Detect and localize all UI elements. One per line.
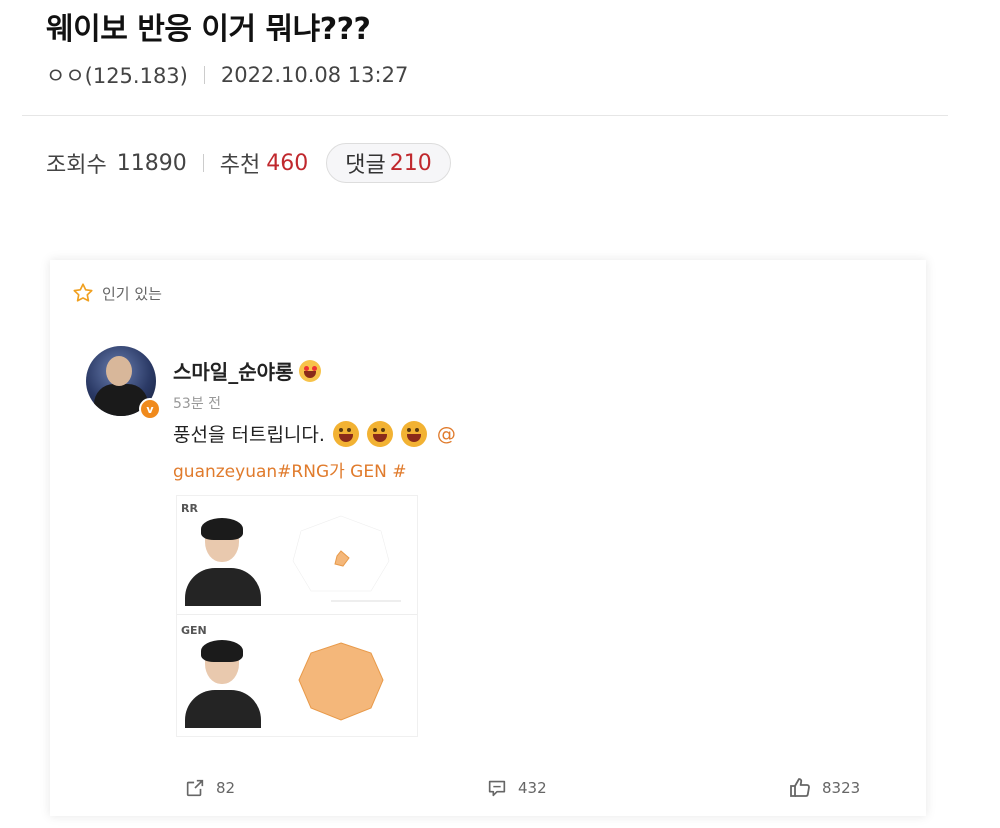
post-meta: ㅇㅇ(125.183) 2022.10.08 13:27 <box>46 60 408 90</box>
thumbs-up-icon <box>790 778 810 797</box>
verified-badge-icon: v <box>139 398 161 420</box>
comments-button[interactable]: 댓글 210 <box>326 143 451 183</box>
rng-logo: RR <box>181 502 198 515</box>
laughing-emoji-icon <box>332 420 359 447</box>
weibo-card: 인기 있는 v 스마일_순야롱 53분 전 풍선을 터트립니다. @ guanz… <box>50 260 926 816</box>
weibo-text: 풍선을 터트립니다. @ <box>173 420 456 447</box>
player-hair <box>201 640 243 662</box>
popular-header: 인기 있는 <box>72 282 162 304</box>
share-action[interactable]: 82 <box>184 777 235 799</box>
radar-shape <box>298 642 384 721</box>
gen-logo: GEN <box>181 624 207 637</box>
radar-svg <box>292 515 401 602</box>
hashtag-link[interactable]: guanzeyuan#RNG가 GEN # <box>173 457 406 482</box>
post-stats: 조회수 11890 추천 460 댓글 210 <box>46 143 451 183</box>
heart-eyes-emoji-icon <box>299 359 322 382</box>
divider <box>202 154 204 172</box>
radar-chart <box>271 628 411 728</box>
laughing-emoji-icon <box>366 420 393 447</box>
like-count: 8323 <box>822 779 861 797</box>
username[interactable]: 스마일_순야롱 <box>173 356 322 385</box>
star-icon <box>73 283 93 302</box>
comments-label: 댓글 <box>345 153 386 178</box>
views-label: 조회수 <box>46 153 107 178</box>
like-action[interactable]: 8323 <box>788 776 860 800</box>
player-shirt <box>185 690 261 728</box>
mention-link[interactable]: @ <box>437 423 456 445</box>
author-name[interactable]: ㅇㅇ(125.183) <box>46 60 188 90</box>
comment-icon <box>488 780 506 797</box>
share-count: 82 <box>216 779 236 797</box>
player-panel-gen: GEN <box>177 618 417 736</box>
attached-image[interactable]: RR GEN <box>176 495 418 737</box>
radar-shape <box>334 550 350 567</box>
radar-chart <box>271 506 411 606</box>
views-count: 11890 <box>116 150 187 176</box>
recommend-label: 추천 <box>219 153 261 178</box>
player-hair <box>201 518 243 540</box>
share-icon <box>186 779 204 797</box>
player-photo <box>183 518 263 606</box>
post-datetime: 2022.10.08 13:27 <box>220 63 409 87</box>
comment-action[interactable]: 432 <box>486 777 547 799</box>
player-photo <box>183 640 263 728</box>
header-divider <box>22 115 948 116</box>
recommend-count: 460 <box>266 150 309 176</box>
avatar-face <box>106 356 132 386</box>
post-title: 웨이보 반응 이거 뭐냐??? <box>46 12 371 47</box>
player-shirt <box>185 568 261 606</box>
action-bar: 82 432 8323 <box>50 768 926 808</box>
username-text: 스마일_순야롱 <box>173 360 294 384</box>
radar-svg <box>298 642 384 721</box>
divider <box>203 66 205 84</box>
popular-label: 인기 있는 <box>102 284 162 303</box>
comment-count: 432 <box>518 779 547 797</box>
weibo-text-body: 풍선을 터트립니다. <box>173 424 325 446</box>
laughing-emoji-icon <box>400 420 427 447</box>
player-panel-rng: RR <box>177 496 417 615</box>
comments-count: 210 <box>389 150 432 176</box>
post-time: 53분 전 <box>173 396 222 412</box>
